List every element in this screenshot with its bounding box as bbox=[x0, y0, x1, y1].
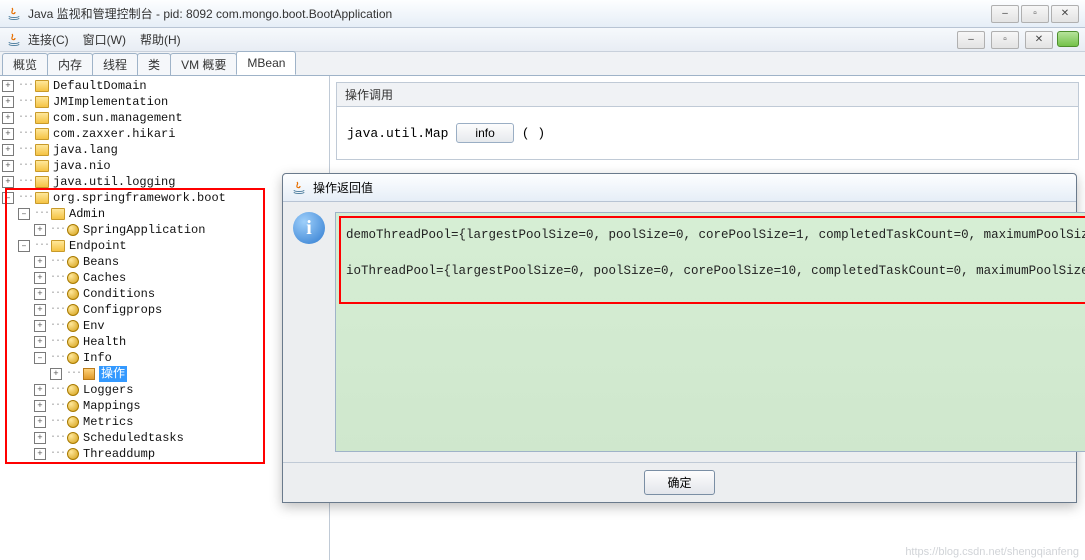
tree-node-operations[interactable]: +···操作 bbox=[2, 366, 327, 382]
result-dialog: 操作返回值 i demoThreadPool={largestPoolSize=… bbox=[282, 173, 1077, 503]
folder-icon bbox=[35, 112, 49, 124]
inner-close-button[interactable]: ✕ bbox=[1025, 31, 1053, 49]
operation-call-body: java.util.Map info ( ) bbox=[337, 107, 1078, 159]
tab-classes[interactable]: 类 bbox=[137, 53, 171, 75]
operation-return-type: java.util.Map bbox=[347, 126, 448, 141]
tree-node[interactable]: +···Beans bbox=[2, 254, 327, 270]
tree-node[interactable]: +···Loggers bbox=[2, 382, 327, 398]
menu-window[interactable]: 窗口(W) bbox=[83, 31, 126, 48]
bean-icon bbox=[67, 416, 79, 428]
bean-icon bbox=[67, 336, 79, 348]
tree-node[interactable]: +···Mappings bbox=[2, 398, 327, 414]
invoke-info-button[interactable]: info bbox=[456, 123, 513, 143]
tree-node[interactable]: +···com.zaxxer.hikari bbox=[2, 126, 327, 142]
menu-bar: 连接(C) 窗口(W) 帮助(H) – ▫ ✕ bbox=[0, 28, 1085, 52]
bean-icon bbox=[67, 288, 79, 300]
info-icon: i bbox=[293, 212, 325, 244]
java-icon bbox=[291, 180, 307, 196]
tree-node[interactable]: +···Metrics bbox=[2, 414, 327, 430]
watermark: https://blog.csdn.net/shengqianfeng bbox=[905, 546, 1079, 558]
bean-icon bbox=[67, 352, 79, 364]
bean-icon bbox=[67, 384, 79, 396]
result-text-area[interactable]: demoThreadPool={largestPoolSize=0, poolS… bbox=[335, 212, 1085, 452]
bean-icon bbox=[67, 304, 79, 316]
bean-icon bbox=[67, 256, 79, 268]
dialog-footer: 确定 bbox=[283, 462, 1076, 502]
result-line-2: ioThreadPool={largestPoolSize=0, poolSiz… bbox=[346, 263, 1085, 281]
dialog-body: i demoThreadPool={largestPoolSize=0, poo… bbox=[283, 202, 1076, 462]
tree-node[interactable]: +···Configprops bbox=[2, 302, 327, 318]
operations-icon bbox=[83, 368, 95, 380]
window-title-bar: Java 监视和管理控制台 - pid: 8092 com.mongo.boot… bbox=[0, 0, 1085, 28]
tab-vm-summary[interactable]: VM 概要 bbox=[170, 53, 237, 75]
folder-icon bbox=[51, 240, 65, 252]
tree-node[interactable]: +···Caches bbox=[2, 270, 327, 286]
bean-icon bbox=[67, 272, 79, 284]
close-button[interactable]: ✕ bbox=[1051, 5, 1079, 23]
java-icon bbox=[6, 6, 22, 22]
inner-minimize-button[interactable]: – bbox=[957, 31, 985, 49]
tree-node-spring-boot[interactable]: –···org.springframework.boot bbox=[2, 190, 327, 206]
tree-node[interactable]: +···java.nio bbox=[2, 158, 327, 174]
dialog-title-bar[interactable]: 操作返回值 bbox=[283, 174, 1076, 202]
folder-icon bbox=[51, 208, 65, 220]
bean-icon bbox=[67, 400, 79, 412]
tab-memory[interactable]: 内存 bbox=[47, 53, 93, 75]
folder-icon bbox=[35, 96, 49, 108]
tab-threads[interactable]: 线程 bbox=[92, 53, 138, 75]
tree-node[interactable]: +···Conditions bbox=[2, 286, 327, 302]
tree-node[interactable]: +···Health bbox=[2, 334, 327, 350]
tree-node[interactable]: +···java.util.logging bbox=[2, 174, 327, 190]
dialog-title: 操作返回值 bbox=[313, 179, 373, 196]
ok-button[interactable]: 确定 bbox=[644, 470, 714, 495]
tree-node[interactable]: +···Scheduledtasks bbox=[2, 430, 327, 446]
tree-node[interactable]: +···SpringApplication bbox=[2, 222, 327, 238]
folder-icon bbox=[35, 128, 49, 140]
bean-icon bbox=[67, 448, 79, 460]
tree-node-endpoint[interactable]: –···Endpoint bbox=[2, 238, 327, 254]
tree-node-info[interactable]: –···Info bbox=[2, 350, 327, 366]
folder-icon bbox=[35, 144, 49, 156]
connect-indicator-icon bbox=[1057, 31, 1079, 47]
mbean-tree: +···DefaultDomain +···JMImplementation +… bbox=[0, 76, 329, 464]
result-line-1: demoThreadPool={largestPoolSize=0, poolS… bbox=[346, 227, 1085, 245]
tree-node[interactable]: +···Env bbox=[2, 318, 327, 334]
tree-node[interactable]: +···java.lang bbox=[2, 142, 327, 158]
maximize-button[interactable]: ▫ bbox=[1021, 5, 1049, 23]
folder-icon bbox=[35, 192, 49, 204]
window-title: Java 监视和管理控制台 - pid: 8092 com.mongo.boot… bbox=[28, 5, 989, 22]
folder-icon bbox=[35, 160, 49, 172]
tree-node[interactable]: +···JMImplementation bbox=[2, 94, 327, 110]
minimize-button[interactable]: – bbox=[991, 5, 1019, 23]
operation-call-box: 操作调用 java.util.Map info ( ) bbox=[336, 82, 1079, 160]
tree-node[interactable]: +···DefaultDomain bbox=[2, 78, 327, 94]
tree-node[interactable]: +···Threaddump bbox=[2, 446, 327, 462]
folder-icon bbox=[35, 80, 49, 92]
bean-icon bbox=[67, 320, 79, 332]
menu-help[interactable]: 帮助(H) bbox=[140, 31, 181, 48]
tab-overview[interactable]: 概览 bbox=[2, 53, 48, 75]
tabs-bar: 概览 内存 线程 类 VM 概要 MBean bbox=[0, 52, 1085, 76]
menu-connect[interactable]: 连接(C) bbox=[28, 31, 69, 48]
java-icon bbox=[6, 32, 22, 48]
tab-mbean[interactable]: MBean bbox=[236, 51, 296, 75]
tree-node[interactable]: +···com.sun.management bbox=[2, 110, 327, 126]
inner-restore-button[interactable]: ▫ bbox=[991, 31, 1019, 49]
tree-node-admin[interactable]: –···Admin bbox=[2, 206, 327, 222]
operation-parens: ( ) bbox=[522, 126, 545, 141]
bean-icon bbox=[67, 432, 79, 444]
operation-call-header: 操作调用 bbox=[337, 83, 1078, 107]
bean-icon bbox=[67, 224, 79, 236]
mbean-tree-panel: +···DefaultDomain +···JMImplementation +… bbox=[0, 76, 330, 560]
folder-icon bbox=[35, 176, 49, 188]
